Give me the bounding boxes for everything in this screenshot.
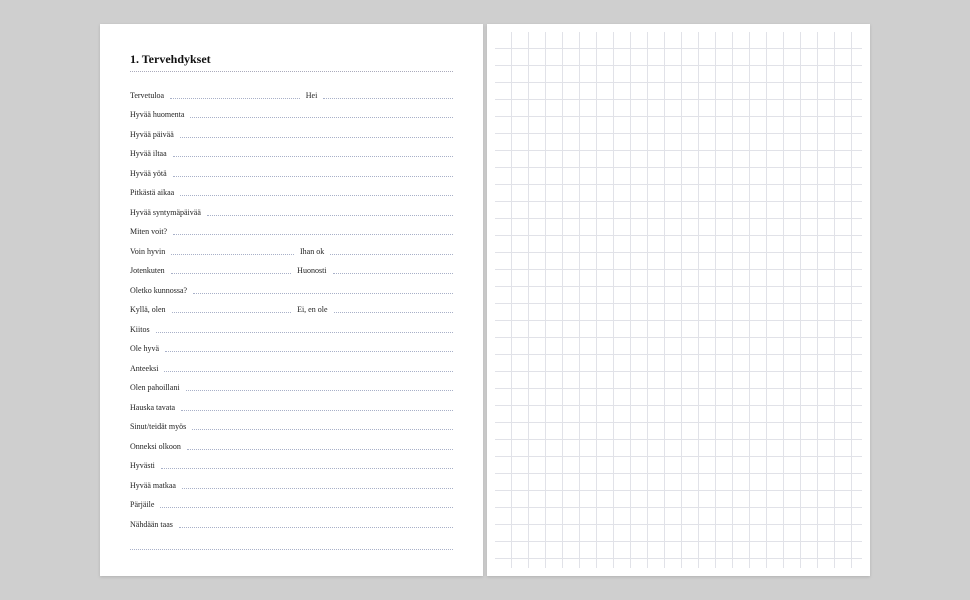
right-page xyxy=(487,24,870,576)
vocab-row: Miten voit? xyxy=(130,219,453,239)
term-a: Hyvää matkaa xyxy=(130,481,176,492)
section-heading: 1. Tervehdykset xyxy=(130,52,453,67)
term-b: Ei, en ole xyxy=(297,305,327,316)
vocab-row: Hyvää matkaa xyxy=(130,472,453,492)
dotted-fill xyxy=(330,254,453,255)
vocab-row: Jotenkuten Huonosti xyxy=(130,258,453,278)
vocab-row: Hyvää yötä xyxy=(130,160,453,180)
term-a: Hauska tavata xyxy=(130,403,175,414)
term-a: Hyvää syntymäpäivää xyxy=(130,208,201,219)
term-a: Kiitos xyxy=(130,325,150,336)
term-a: Onneksi olkoon xyxy=(130,442,181,453)
term-a: Pitkästä aikaa xyxy=(130,188,174,199)
vocabulary-rows: Tervetuloa Hei Hyvää huomenta Hyvää päivää H… xyxy=(130,82,453,531)
dotted-fill xyxy=(193,293,453,294)
dotted-fill xyxy=(207,215,453,216)
term-a: Voin hyvin xyxy=(130,247,165,258)
term-a: Miten voit? xyxy=(130,227,167,238)
dotted-fill xyxy=(164,371,453,372)
vocab-row: Pitkästä aikaa xyxy=(130,180,453,200)
grid-paper xyxy=(495,32,862,568)
vocab-row: Kyllä, olen Ei, en ole xyxy=(130,297,453,317)
vocab-row: Voin hyvin Ihan ok xyxy=(130,238,453,258)
vocab-row: Pärjäile xyxy=(130,492,453,512)
vocab-row: Hyvää iltaa xyxy=(130,141,453,161)
dotted-fill xyxy=(172,312,292,313)
term-a: Sinut/teidät myös xyxy=(130,422,186,433)
term-a: Nähdään taas xyxy=(130,520,173,531)
term-a: Hyvästi xyxy=(130,461,155,472)
dotted-fill xyxy=(190,117,453,118)
term-a: Olen pahoillani xyxy=(130,383,180,394)
dotted-fill xyxy=(156,332,453,333)
vocab-row: Hyvää huomenta xyxy=(130,102,453,122)
dotted-fill xyxy=(179,527,453,528)
dotted-fill xyxy=(192,429,453,430)
heading-underline xyxy=(130,71,453,72)
dotted-fill xyxy=(171,254,294,255)
dotted-fill xyxy=(171,273,292,274)
left-page: 1. Tervehdykset Tervetuloa Hei Hyvää huome… xyxy=(100,24,483,576)
term-a: Tervetuloa xyxy=(130,91,164,102)
term-b: Huonosti xyxy=(297,266,326,277)
dotted-fill xyxy=(165,351,453,352)
vocab-row: Olen pahoillani xyxy=(130,375,453,395)
vocab-row: Hauska tavata xyxy=(130,394,453,414)
vocab-row: Hyvästi xyxy=(130,453,453,473)
vocab-row: Nähdään taas xyxy=(130,511,453,531)
vocab-row: Oletko kunnossa? xyxy=(130,277,453,297)
dotted-fill xyxy=(161,468,453,469)
vocab-row: Kiitos xyxy=(130,316,453,336)
term-a: Ole hyvä xyxy=(130,344,159,355)
dotted-fill xyxy=(181,410,453,411)
term-a: Hyvää huomenta xyxy=(130,110,184,121)
dotted-fill xyxy=(334,312,454,313)
term-a: Pärjäile xyxy=(130,500,154,511)
dotted-fill xyxy=(180,137,453,138)
trailing-dotted-line xyxy=(130,531,453,551)
vocab-row: Onneksi olkoon xyxy=(130,433,453,453)
dotted-fill xyxy=(173,234,453,235)
dotted-fill xyxy=(173,156,453,157)
term-a: Hyvää yötä xyxy=(130,169,167,180)
dotted-fill xyxy=(160,507,453,508)
vocab-row: Anteeksi xyxy=(130,355,453,375)
dotted-fill xyxy=(170,98,300,99)
dotted-fill xyxy=(187,449,453,450)
term-a: Jotenkuten xyxy=(130,266,165,277)
vocab-row: Sinut/teidät myös xyxy=(130,414,453,434)
dotted-fill xyxy=(182,488,453,489)
term-b: Hei xyxy=(306,91,318,102)
vocab-row: Hyvää syntymäpäivää xyxy=(130,199,453,219)
dotted-fill xyxy=(186,390,453,391)
dotted-fill xyxy=(323,98,453,99)
vocab-row: Tervetuloa Hei xyxy=(130,82,453,102)
term-a: Hyvää iltaa xyxy=(130,149,167,160)
dotted-fill xyxy=(173,176,453,177)
term-a: Anteeksi xyxy=(130,364,158,375)
term-a: Kyllä, olen xyxy=(130,305,166,316)
term-a: Hyvää päivää xyxy=(130,130,174,141)
dotted-fill xyxy=(180,195,453,196)
dotted-fill xyxy=(333,273,454,274)
term-a: Oletko kunnossa? xyxy=(130,286,187,297)
term-b: Ihan ok xyxy=(300,247,324,258)
vocab-row: Ole hyvä xyxy=(130,336,453,356)
vocab-row: Hyvää päivää xyxy=(130,121,453,141)
